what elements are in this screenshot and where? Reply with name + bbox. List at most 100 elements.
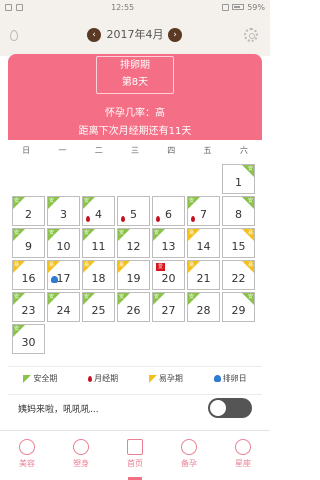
calendar-day[interactable]: 易 18 (82, 260, 115, 290)
nav-body[interactable]: 塑身 (54, 431, 108, 480)
day-number: 15 (231, 240, 246, 253)
weekday-label: 四 (167, 146, 176, 155)
nav-label: 美容 (19, 459, 35, 468)
nav-label: 塑身 (73, 459, 89, 468)
body-icon (73, 439, 89, 455)
calendar-day[interactable]: 易 14 (187, 228, 220, 258)
calendar-day[interactable]: 安 13 (152, 228, 185, 258)
month-title: 2017年4月 (106, 28, 164, 41)
tag-label: 安 (119, 294, 125, 300)
calendar-day[interactable]: 安 23 (12, 292, 45, 322)
calendar-day[interactable]: 安4 (82, 196, 115, 226)
legend-fertile-label: 易孕期 (158, 374, 183, 383)
day-number: 25 (91, 304, 106, 317)
legend-fertile: 易孕期 (148, 373, 183, 384)
weekday-label: 二 (94, 146, 103, 155)
day-number: 23 (21, 304, 36, 317)
legend-ovulation-label: 排卵日 (222, 374, 247, 383)
calendar-day[interactable]: 安 24 (47, 292, 80, 322)
calendar-day[interactable]: 安 29 (222, 292, 255, 322)
tag-label: 安 (247, 294, 253, 300)
day-number: 9 (25, 240, 32, 253)
day-number: 7 (200, 208, 207, 221)
day-number: 12 (126, 240, 141, 253)
calendar-day[interactable]: 安3 (47, 196, 80, 226)
tag-label: 安 (84, 198, 90, 204)
nav-beauty[interactable]: 美容 (0, 431, 54, 480)
weekday-label: 三 (130, 146, 139, 155)
calendar-day[interactable]: 安9 (12, 228, 45, 258)
nav-home[interactable]: 首页 (108, 431, 162, 480)
cycle-info-card: 排卵期 第8天 怀孕几率：高 距离下次月经期还有11天 (8, 54, 262, 140)
legend-ovulation: 排卵日 (213, 373, 247, 384)
drop-icon[interactable] (10, 30, 18, 41)
calendar-day[interactable]: 安 30 (12, 324, 45, 354)
tag-label: 安 (189, 294, 195, 300)
period-toggle[interactable] (208, 398, 252, 418)
day-number: 17 (56, 272, 71, 285)
calendar-day[interactable]: 易 16 (12, 260, 45, 290)
tag-label: 安 (49, 198, 55, 204)
toggle-knob (210, 400, 226, 416)
tag-label: 易 (247, 262, 253, 268)
calendar-day[interactable]: 爱 20 (152, 260, 185, 290)
day-number: 3 (60, 208, 67, 221)
calendar-day[interactable]: 安 25 (82, 292, 115, 322)
calendar-day[interactable]: 安 28 (187, 292, 220, 322)
calendar-day[interactable]: 5 (117, 196, 150, 226)
calendar-day[interactable]: 安 27 (152, 292, 185, 322)
face-icon (19, 439, 35, 455)
day-number: 11 (91, 240, 106, 253)
tag-label: 安 (49, 294, 55, 300)
calendar-day[interactable]: 易 19 (117, 260, 150, 290)
tag-label: 易 (14, 262, 20, 268)
gear-icon[interactable] (244, 28, 258, 42)
nav-pregnancy[interactable]: 备孕 (162, 431, 216, 480)
day-number: 1 (235, 176, 242, 189)
tag-label: 安 (49, 230, 55, 236)
nav-label: 首页 (127, 459, 143, 468)
next-period-countdown: 距离下次月经期还有11天 (78, 126, 192, 137)
nav-horoscope[interactable]: 星座 (216, 431, 270, 480)
next-month-button[interactable]: › (168, 28, 182, 42)
tag-label: 易 (84, 262, 90, 268)
calendar-day[interactable]: 6 (152, 196, 185, 226)
bottom-nav: 美容 塑身 首页 备孕 星座 (0, 430, 270, 480)
calendar-day[interactable]: 易 21 (187, 260, 220, 290)
signal-icon (222, 3, 230, 11)
safe-period-icon (23, 374, 32, 383)
day-number: 19 (126, 272, 141, 285)
day-number: 21 (196, 272, 211, 285)
calendar-day[interactable]: 易 15 (222, 228, 255, 258)
nav-label: 备孕 (181, 459, 197, 468)
calendar-day[interactable]: 安 11 (82, 228, 115, 258)
status-time: 12:55 (111, 2, 135, 12)
tag-label: 安 (154, 230, 160, 236)
calendar-header: ‹ 2017年4月 › (0, 14, 270, 56)
home-icon (127, 439, 143, 455)
calendar-day[interactable]: 易 17 (47, 260, 80, 290)
calendar-day[interactable]: 易 22 (222, 260, 255, 290)
day-number: 18 (91, 272, 106, 285)
battery-percent: 59% (247, 2, 265, 12)
tag-label: 安 (84, 294, 90, 300)
pregnancy-chance: 怀孕几率：高 (105, 108, 165, 119)
weekday-header: 日 一 二 三 四 五 六 (8, 140, 262, 162)
calendar-day[interactable]: 安7 (187, 196, 220, 226)
tag-label: 安 (154, 294, 160, 300)
calendar-day[interactable]: 安 26 (117, 292, 150, 322)
calendar-day[interactable]: 安8 (222, 196, 255, 226)
day-number: 26 (126, 304, 141, 317)
fertile-period-icon (148, 374, 157, 383)
calendar-day[interactable]: 安1 (222, 164, 255, 194)
calendar-day[interactable]: 安2 (12, 196, 45, 226)
calendar-day[interactable]: 安 12 (117, 228, 150, 258)
calendar-day[interactable]: 安 10 (47, 228, 80, 258)
tag-label: 安 (14, 230, 20, 236)
blood-drop-icon (88, 375, 93, 382)
tag-label: 安 (247, 198, 253, 204)
prev-month-button[interactable]: ‹ (87, 28, 101, 42)
tag-label: 易 (247, 230, 253, 236)
tag-label: 安 (14, 294, 20, 300)
day-number: 29 (231, 304, 246, 317)
